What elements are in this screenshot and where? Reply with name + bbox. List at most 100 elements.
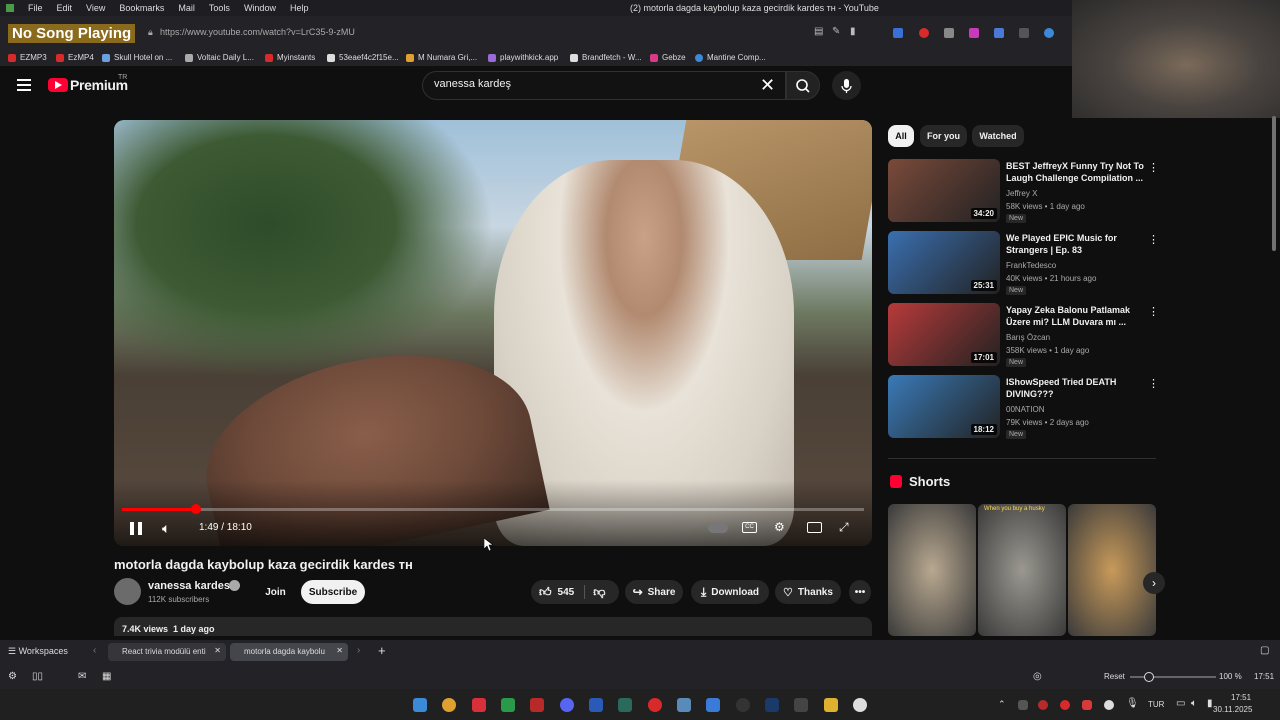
menu-bookmarks[interactable]: Bookmarks xyxy=(119,3,164,13)
chip-for-you[interactable]: For you xyxy=(920,125,967,147)
captions-icon[interactable]: CC xyxy=(742,522,757,533)
menu-edit[interactable]: Edit xyxy=(57,3,73,13)
subscribe-button[interactable]: Subscribe xyxy=(301,580,365,604)
tray-icon[interactable] xyxy=(1018,700,1028,710)
voice-search-button[interactable] xyxy=(832,71,861,100)
volume-icon[interactable]: 🔈︎ xyxy=(1191,698,1197,709)
fullscreen-icon[interactable]: ⤢ xyxy=(839,520,849,535)
recommendation-title[interactable]: We Played EPIC Music for Strangers | Ep.… xyxy=(1006,232,1148,256)
menu-icon[interactable] xyxy=(17,79,31,91)
terminal-icon[interactable] xyxy=(501,698,515,712)
recommendation-title[interactable]: Yapay Zeka Balonu Patlamak Üzere mi? LLM… xyxy=(1006,304,1148,328)
bookmark-item[interactable]: Skull Hotel on ... xyxy=(102,53,172,62)
close-icon[interactable]: ✕ xyxy=(336,646,343,655)
bookmark-icon[interactable]: ▮ xyxy=(850,26,856,37)
filezilla-icon[interactable] xyxy=(530,698,544,712)
tab-youtube-video[interactable]: motorla dagda kaybolu ✕ xyxy=(230,643,348,661)
more-options-icon[interactable]: ⋮ xyxy=(1148,233,1159,246)
mic-icon[interactable]: 🎙︎ xyxy=(1126,698,1139,709)
bookmark-item[interactable]: 53eaef4c2f15e... xyxy=(327,53,399,62)
menu-tools[interactable]: Tools xyxy=(209,3,230,13)
share-button[interactable]: ↪ Share xyxy=(625,580,683,604)
bookmark-item[interactable]: Brandfetch - W... xyxy=(570,53,642,62)
scrollbar[interactable] xyxy=(1272,116,1276,251)
pause-icon[interactable] xyxy=(130,522,142,535)
recommendation-title[interactable]: BEST JeffreyX Funny Try Not To Laugh Cha… xyxy=(1006,160,1148,184)
tab-react-trivia[interactable]: React trivia modülü enti ✕ xyxy=(108,643,226,661)
reader-icon[interactable]: ▤ xyxy=(814,26,823,37)
settings-icon[interactable]: ⚙ xyxy=(774,520,785,534)
extension-icon[interactable] xyxy=(893,28,903,38)
bookmark-item[interactable]: playwithkick.app xyxy=(488,53,558,62)
bookmark-item[interactable]: Gebze xyxy=(650,53,686,62)
youtube-logo-icon[interactable] xyxy=(48,78,68,92)
theater-icon[interactable] xyxy=(807,522,822,533)
dislike-icon[interactable]: 👎︎ xyxy=(593,585,605,600)
progress-bar[interactable] xyxy=(122,504,864,514)
app-icon[interactable] xyxy=(794,698,808,712)
start-icon[interactable] xyxy=(413,698,427,712)
battery-icon[interactable]: ▮ xyxy=(1207,698,1213,709)
language-indicator[interactable]: TUR xyxy=(1148,700,1164,709)
extension-icon[interactable] xyxy=(1044,28,1054,38)
zoom-slider[interactable] xyxy=(1130,672,1216,682)
recommendation-channel[interactable]: Jeffrey X xyxy=(1006,189,1037,198)
video-thumbnail[interactable]: 18:12 xyxy=(888,375,1000,438)
extension-icon[interactable] xyxy=(919,28,929,38)
taskbar-time[interactable]: 17:51 xyxy=(1231,693,1251,702)
folder-icon[interactable] xyxy=(824,698,838,712)
capture-icon[interactable]: ◎ xyxy=(1033,671,1042,682)
search-button[interactable] xyxy=(786,71,820,100)
taskbar-date[interactable]: 30.11.2025 xyxy=(1213,705,1252,714)
menu-file[interactable]: File xyxy=(28,3,43,13)
zoom-handle[interactable] xyxy=(1144,672,1154,682)
tray-icon[interactable] xyxy=(1104,700,1114,710)
panel-icon[interactable]: ▢ xyxy=(1260,645,1269,656)
obs-icon[interactable] xyxy=(853,698,867,712)
extension-icon[interactable] xyxy=(969,28,979,38)
bookmark-item[interactable]: Voltaic Daily L... xyxy=(185,53,254,62)
chip-all[interactable]: All xyxy=(888,125,914,147)
url-field[interactable]: https://www.youtube.com/watch?v=LrC35-9-… xyxy=(160,27,355,37)
app-icon[interactable] xyxy=(618,698,632,712)
network-icon[interactable]: ▭ xyxy=(1176,698,1185,709)
chevron-right-icon[interactable]: › xyxy=(1143,572,1165,594)
clear-icon[interactable]: ✕ xyxy=(760,76,775,94)
panel-toggle-icon[interactable]: ⚙ xyxy=(8,671,17,682)
short-thumbnail[interactable]: When you buy a husky xyxy=(978,504,1066,636)
recommendation-channel[interactable]: FrankTedesco xyxy=(1006,261,1056,270)
app-icon[interactable] xyxy=(677,698,691,712)
recommendation-item[interactable]: 34:20 BEST JeffreyX Funny Try Not To Lau… xyxy=(888,159,1159,225)
chevron-left-icon[interactable]: ‹ xyxy=(93,645,96,656)
recommendation-channel[interactable]: Barış Özcan xyxy=(1006,333,1050,342)
zoom-reset[interactable]: Reset xyxy=(1104,672,1125,681)
chrome-icon[interactable] xyxy=(442,698,456,712)
like-icon[interactable]: 👍︎ xyxy=(539,585,552,600)
download-button[interactable]: ⤓ Download xyxy=(691,580,769,604)
bookmark-item[interactable]: Myinstants xyxy=(265,53,315,62)
video-player[interactable]: 🔈︎ 1:49 / 18:10 CC ⚙ ⤢ xyxy=(114,120,872,546)
more-options-icon[interactable]: ⋮ xyxy=(1148,161,1159,174)
bookmark-item[interactable]: M Numara Gri,... xyxy=(406,53,477,62)
menu-help[interactable]: Help xyxy=(290,3,309,13)
video-thumbnail[interactable]: 17:01 xyxy=(888,303,1000,366)
chevron-right-icon[interactable]: › xyxy=(357,645,360,656)
search-box[interactable] xyxy=(422,71,786,100)
discord-icon[interactable] xyxy=(560,698,574,712)
tray-icon[interactable] xyxy=(1038,700,1048,710)
search-input[interactable] xyxy=(434,78,734,90)
recommendation-item[interactable]: 18:12 IShowSpeed Tried DEATH DIVING??? 0… xyxy=(888,375,1159,441)
tile-icon[interactable]: ▯▯ xyxy=(32,671,43,682)
join-button[interactable]: Join xyxy=(258,580,293,604)
more-options-icon[interactable]: ⋮ xyxy=(1148,377,1159,390)
like-count[interactable]: 545 xyxy=(558,587,575,598)
mail-icon[interactable]: ✉ xyxy=(78,671,86,682)
menu-window[interactable]: Window xyxy=(244,3,276,13)
menu-view[interactable]: View xyxy=(86,3,105,13)
new-tab-icon[interactable]: + xyxy=(378,643,386,658)
more-actions-icon[interactable]: ••• xyxy=(849,580,871,604)
tray-icon[interactable] xyxy=(1060,700,1070,710)
vscode-icon[interactable] xyxy=(706,698,720,712)
channel-avatar[interactable] xyxy=(114,578,141,605)
more-options-icon[interactable]: ⋮ xyxy=(1148,305,1159,318)
